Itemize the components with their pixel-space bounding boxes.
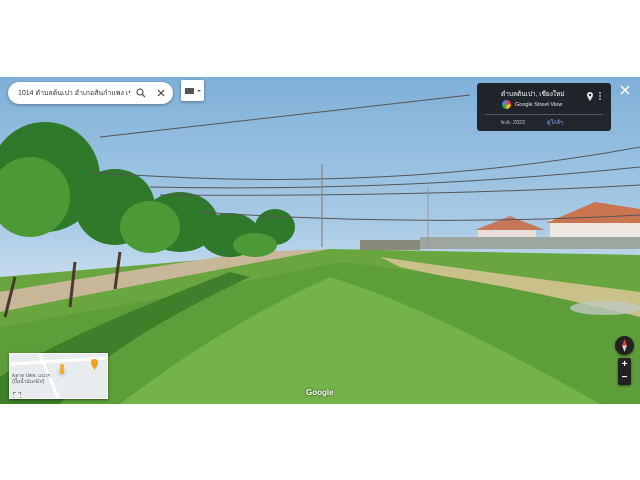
compass-icon[interactable] <box>615 336 634 355</box>
search-input[interactable]: 1014 ตำบลต้นเปา อำเภอสันกำแพง เชียงใหม่ … <box>18 88 130 99</box>
search-icon[interactable] <box>134 86 148 100</box>
see-more-link[interactable]: ดูใกล้ๆ <box>547 119 563 127</box>
minimap-place-label: ตลาด ปตท. แนวๆ (ปั๊มน้ำมัน+EV) <box>12 373 50 385</box>
layers-button[interactable] <box>181 80 204 101</box>
capture-date[interactable]: พ.ค. 2022 <box>501 119 525 127</box>
street-view-viewer[interactable]: 1014 ตำบลต้นเปา อำเภอสันกำแพง เชียงใหม่ … <box>0 77 640 404</box>
more-icon[interactable] <box>597 88 603 100</box>
location-title: ตำบลต้นเปา, เชียงใหม่ <box>501 91 565 98</box>
pin-icon[interactable] <box>586 88 594 101</box>
layers-icon <box>184 82 201 100</box>
expand-icon[interactable] <box>12 387 22 398</box>
google-logo: Google <box>306 388 334 397</box>
zoom-out-button[interactable]: − <box>618 371 631 384</box>
place-pin-icon <box>90 357 99 375</box>
zoom-control: + − <box>618 358 631 385</box>
google-icon <box>502 100 511 109</box>
zoom-in-button[interactable]: + <box>618 358 631 371</box>
minimap-label-line2: (ปั๊มน้ำมัน+EV) <box>12 379 45 385</box>
source-label: Google Street View <box>515 101 563 108</box>
minimap[interactable]: ตลาด ปตท. แนวๆ (ปั๊มน้ำมัน+EV) <box>9 353 108 399</box>
pegman-icon[interactable] <box>56 362 68 383</box>
close-icon[interactable] <box>154 86 168 100</box>
card-divider <box>485 114 603 115</box>
close-viewer-icon[interactable] <box>618 83 632 97</box>
search-box[interactable]: 1014 ตำบลต้นเปา อำเภอสันกำแพง เชียงใหม่ … <box>8 82 173 104</box>
street-view-source: Google Street View <box>502 100 562 109</box>
location-info-card: ตำบลต้นเปา, เชียงใหม่ Google Street View… <box>477 83 611 131</box>
